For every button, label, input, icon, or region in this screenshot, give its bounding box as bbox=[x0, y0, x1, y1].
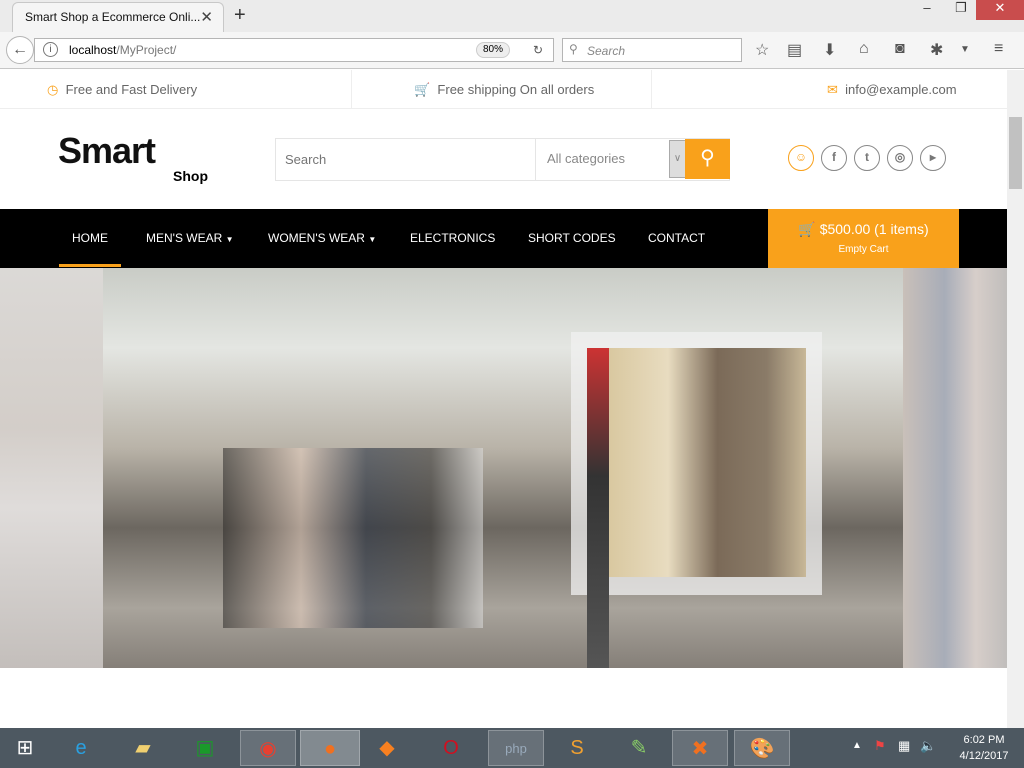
browser-toolbar: ← i localhost/MyProject/ ↻ bbox=[0, 32, 1024, 69]
mannequins bbox=[223, 448, 483, 628]
volume-icon[interactable]: 🔈 bbox=[920, 738, 936, 754]
email-info: ✉ info@example.com bbox=[652, 70, 1007, 109]
info-bar: ◷ Free and Fast Delivery 🛒 Free shipping… bbox=[0, 70, 1007, 109]
cart-icon: 🛒 bbox=[414, 82, 431, 97]
browser-tab-bar: Smart Shop a Ecommerce Onli... ✕ + – ❐ ✕ bbox=[0, 0, 1024, 32]
nav-label: MEN'S WEAR bbox=[146, 231, 223, 245]
instagram-icon[interactable]: ◎ bbox=[887, 145, 913, 171]
reading-list-icon[interactable]: ▤ bbox=[787, 40, 802, 60]
youtube-icon[interactable]: ▶ bbox=[920, 145, 946, 171]
envelope-icon: ✉ bbox=[827, 82, 838, 97]
hero-slider[interactable] bbox=[0, 268, 1007, 668]
category-value: All categories bbox=[547, 151, 626, 166]
xampp-icon[interactable]: ✖ bbox=[672, 730, 728, 766]
menu-icon[interactable]: ≡ bbox=[994, 40, 1003, 58]
paint-icon[interactable]: 🎨 bbox=[734, 730, 790, 766]
reload-icon[interactable]: ↻ bbox=[533, 43, 543, 57]
overflow-dropdown-icon[interactable]: ▼ bbox=[960, 44, 970, 55]
nav-electronics[interactable]: ELECTRONICS bbox=[410, 209, 495, 268]
firefox-icon[interactable]: ● bbox=[300, 730, 360, 766]
clock-icon: ◷ bbox=[47, 82, 59, 97]
clock[interactable]: 6:02 PM 4/12/2017 bbox=[952, 732, 1016, 764]
cart-total: $500.00 (1 items) bbox=[819, 221, 929, 237]
network-icon[interactable]: ▦ bbox=[898, 738, 910, 754]
notepad-icon[interactable]: ✎ bbox=[616, 730, 662, 766]
bookmark-star-icon[interactable]: ☆ bbox=[755, 40, 769, 60]
store-icon[interactable]: ▣ bbox=[182, 730, 228, 766]
close-window-button[interactable]: ✕ bbox=[976, 0, 1024, 20]
clock-time: 6:02 PM bbox=[963, 734, 1005, 746]
delivery-info: ◷ Free and Fast Delivery bbox=[0, 70, 352, 109]
download-icon[interactable]: ⬇ bbox=[823, 40, 836, 60]
browser-search-placeholder: Search bbox=[587, 44, 626, 58]
nav-home[interactable]: HOME bbox=[59, 209, 121, 267]
chevron-down-icon: ∨ bbox=[669, 140, 686, 178]
search-icon: ⚲ bbox=[700, 147, 715, 169]
shipping-text: Free shipping On all orders bbox=[437, 82, 595, 97]
cart-button[interactable]: 🛒 $500.00 (1 items) Empty Cart bbox=[768, 209, 959, 268]
url-host: localhost bbox=[69, 43, 117, 57]
scrollbar-thumb[interactable] bbox=[1009, 117, 1022, 189]
empty-cart-link[interactable]: Empty Cart bbox=[768, 244, 959, 255]
email-link[interactable]: info@example.com bbox=[845, 82, 956, 97]
caret-down-icon: ▼ bbox=[368, 235, 377, 244]
uc-browser-icon[interactable]: ◆ bbox=[364, 730, 410, 766]
nav-label: WOMEN'S WEAR bbox=[268, 231, 365, 245]
search-input[interactable] bbox=[276, 139, 536, 180]
extension-icon[interactable]: ✱ bbox=[930, 40, 943, 60]
browser-tab[interactable]: Smart Shop a Ecommerce Onli... ✕ bbox=[12, 2, 224, 32]
feature-image bbox=[609, 348, 806, 577]
search-button[interactable]: ⚲ bbox=[685, 139, 730, 179]
tab-title: Smart Shop a Ecommerce Onli... bbox=[25, 10, 201, 24]
nav-short-codes[interactable]: SHORT CODES bbox=[528, 209, 616, 268]
shipping-info: 🛒 Free shipping On all orders bbox=[352, 70, 652, 109]
zoom-level[interactable]: 80% bbox=[476, 42, 510, 58]
delivery-text: Free and Fast Delivery bbox=[65, 82, 198, 97]
twitter-icon[interactable]: t bbox=[854, 145, 880, 171]
search-form: All categories ∨ ⚲ bbox=[275, 138, 730, 181]
cart-icon: 🛒 bbox=[798, 221, 816, 237]
prev-slide-image bbox=[0, 268, 103, 668]
internet-explorer-icon[interactable]: e bbox=[58, 730, 104, 766]
minimize-button[interactable]: – bbox=[912, 0, 942, 20]
nav-womens-wear[interactable]: WOMEN'S WEAR ▼ bbox=[268, 209, 376, 268]
restore-button[interactable]: ❐ bbox=[946, 0, 976, 20]
search-icon: ⚲ bbox=[569, 42, 578, 56]
nav-contact[interactable]: CONTACT bbox=[648, 209, 705, 268]
info-icon[interactable]: i bbox=[43, 42, 58, 57]
clock-date: 4/12/2017 bbox=[959, 750, 1009, 762]
sublime-text-icon[interactable]: S bbox=[554, 730, 600, 766]
phpstorm-icon[interactable]: php bbox=[488, 730, 544, 766]
url-path: /MyProject/ bbox=[116, 43, 177, 57]
logo-main: Smart bbox=[58, 130, 156, 171]
file-explorer-icon[interactable]: ▰ bbox=[120, 730, 166, 766]
taskbar: ⊞ e ▰ ▣ ◉ ● ◆ O php S ✎ ✖ 🎨 ▲ ⚑ ▦ 🔈 6:02… bbox=[0, 728, 1024, 768]
next-slide-image bbox=[903, 268, 1007, 668]
browser-search-input[interactable]: ⚲ Search bbox=[562, 38, 742, 62]
home-icon[interactable]: ⌂ bbox=[859, 40, 869, 58]
caret-down-icon: ▼ bbox=[225, 235, 234, 244]
action-center-icon[interactable]: ⚑ bbox=[874, 738, 886, 754]
show-hidden-icons[interactable]: ▲ bbox=[852, 740, 862, 751]
user-account-icon[interactable]: ☺ bbox=[788, 145, 814, 171]
close-tab-icon[interactable]: ✕ bbox=[200, 8, 213, 26]
logo[interactable]: Smart Shop bbox=[58, 130, 208, 184]
facebook-icon[interactable]: f bbox=[821, 145, 847, 171]
back-button[interactable]: ← bbox=[6, 36, 34, 64]
logo-sub: Shop bbox=[173, 168, 208, 184]
start-button[interactable]: ⊞ bbox=[2, 730, 48, 766]
category-select[interactable]: All categories ∨ bbox=[536, 139, 686, 180]
feature-strip bbox=[587, 348, 609, 668]
pocket-icon[interactable]: ◙ bbox=[895, 40, 905, 58]
opera-icon[interactable]: O bbox=[428, 730, 474, 766]
chrome-icon[interactable]: ◉ bbox=[240, 730, 296, 766]
main-nav: HOME MEN'S WEAR ▼ WOMEN'S WEAR ▼ ELECTRO… bbox=[0, 209, 1007, 268]
new-tab-button[interactable]: + bbox=[234, 4, 246, 27]
nav-mens-wear[interactable]: MEN'S WEAR ▼ bbox=[146, 209, 234, 268]
